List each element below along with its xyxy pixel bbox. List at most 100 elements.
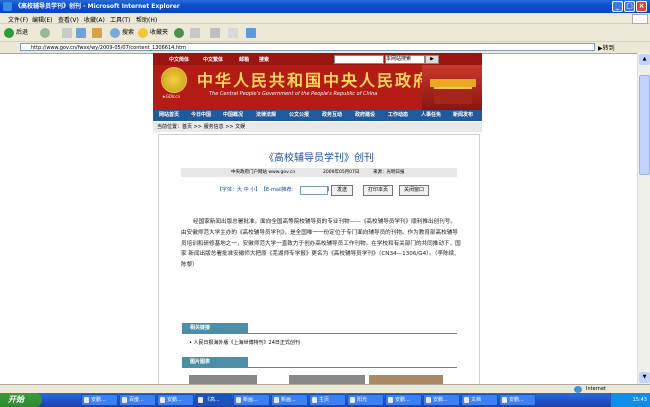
taskbar-item[interactable]: 安鹏... <box>157 394 194 406</box>
favorites-button[interactable]: 收藏夹 <box>138 27 168 38</box>
related-link[interactable]: • 人民日报海外版《上海世博特刊》24日正式创刊 <box>189 339 300 346</box>
taskbar-item[interactable]: 安鹏... <box>423 394 460 406</box>
meta-date: 2009年05月07日 <box>323 170 360 175</box>
toolbar: 后退 搜索 收藏夹 <box>0 24 650 42</box>
scroll-thumb[interactable] <box>639 75 650 175</box>
font-medium-link[interactable]: 中 <box>244 187 249 193</box>
home-button[interactable] <box>92 27 104 38</box>
print-button[interactable] <box>210 27 222 38</box>
link-search[interactable]: 搜索 <box>259 56 269 63</box>
nav-press[interactable]: 新闻发布 <box>453 110 473 121</box>
nav-gazette[interactable]: 公文公报 <box>289 110 309 121</box>
scroll-up-button[interactable]: ▲ <box>639 54 650 65</box>
maximize-button[interactable]: □ <box>624 1 635 12</box>
clock[interactable]: 15:43 <box>633 397 647 403</box>
breadcrumb: 当前位置：首页 >> 服务信息 >> 文娱 <box>153 122 482 132</box>
history-button[interactable] <box>174 27 186 38</box>
site-search-input[interactable] <box>334 55 384 64</box>
system-tray: 15:43 <box>610 393 650 407</box>
font-large-link[interactable]: 大 <box>237 187 242 193</box>
related-links-heading: 相关链接 <box>182 323 248 333</box>
taskbar: 开始 安鹏... 百度... 安鹏... 《高... 新画... 新画... 主… <box>0 393 650 407</box>
nav-government[interactable]: 政府建设 <box>355 110 375 121</box>
crumb-home[interactable]: 首页 <box>182 124 192 130</box>
window-title: 《高校辅导员学刊》创刊 - Microsoft Internet Explore… <box>15 3 180 10</box>
nav-appointments[interactable]: 人事任免 <box>421 110 441 121</box>
site-search-button[interactable]: ▶ <box>425 55 439 64</box>
menu-help[interactable]: 帮助(H) <box>136 15 157 24</box>
menu-favorites[interactable]: 收藏(A) <box>84 15 105 24</box>
taskbar-item[interactable]: 文档 <box>461 394 498 406</box>
meta-source: 来源：光明日报 <box>373 170 405 175</box>
internet-zone-icon <box>574 386 582 393</box>
vertical-scrollbar[interactable]: ▲ ▼ <box>637 53 650 384</box>
stop-icon <box>62 27 72 38</box>
national-emblem-icon <box>161 67 187 93</box>
messenger-button[interactable] <box>246 27 258 38</box>
banner-top-links: 中文简体 中文繁体 邮箱 搜索 本网站搜索 ▶ <box>153 53 482 65</box>
nav-home[interactable]: 网站首页 <box>159 110 179 121</box>
refresh-icon <box>76 27 86 38</box>
taskbar-item[interactable]: 安鹏... <box>385 394 422 406</box>
forward-arrow-icon <box>40 27 50 38</box>
taskbar-item[interactable]: 新画... <box>271 394 308 406</box>
edit-button[interactable] <box>228 27 240 38</box>
history-icon <box>174 27 184 38</box>
article-container: 《高校辅导员学刊》创刊 中央政府门户网站 www.gov.cn 2009年05月… <box>158 134 480 386</box>
go-button[interactable]: ▶转到 <box>598 43 615 52</box>
gov-cn-logo: ★GOV.cn <box>162 94 180 99</box>
article-body: 经国家新闻出版总署批准，面向全国高等院校辅导员的专业刊物——《高校辅导员学刊》顺… <box>181 219 461 269</box>
taskbar-item[interactable]: 安鹏... <box>81 394 118 406</box>
back-arrow-icon <box>4 27 14 38</box>
menu-edit[interactable]: 编辑(E) <box>32 15 52 24</box>
nav-interaction[interactable]: 政务互动 <box>322 110 342 121</box>
search-icon <box>110 27 120 38</box>
email-input[interactable] <box>300 186 328 195</box>
site-subtitle: The Central People's Government of the P… <box>209 91 378 97</box>
nav-work[interactable]: 工作动态 <box>388 110 408 121</box>
menu-view[interactable]: 查看(V) <box>58 15 79 24</box>
menu-file[interactable]: 文件(F) <box>8 15 28 24</box>
refresh-button[interactable] <box>76 27 88 38</box>
window-title-bar[interactable]: 《高校辅导员学刊》创刊 - Microsoft Internet Explore… <box>0 0 650 13</box>
close-window-button[interactable]: 关闭窗口 <box>399 185 429 196</box>
send-button[interactable]: 发送 <box>331 185 353 196</box>
crumb-leaf[interactable]: 文娱 <box>235 124 245 130</box>
link-traditional[interactable]: 中文繁体 <box>203 56 223 63</box>
taskbar-item[interactable]: 安鹏... <box>499 394 536 406</box>
mail-button[interactable] <box>190 27 202 38</box>
start-button[interactable]: 开始 <box>0 393 42 407</box>
mail-icon <box>190 27 200 38</box>
site-title: 中华人民共和国中央人民政府 <box>197 71 432 90</box>
ie-icon <box>3 2 12 11</box>
search-button[interactable]: 搜索 <box>110 27 134 38</box>
tiananmen-image <box>422 65 482 110</box>
taskbar-item[interactable]: 阳光 <box>347 394 384 406</box>
messenger-icon <box>246 27 256 38</box>
address-input[interactable]: http://www.gov.cn/fwxx/wy/2009-05/07/con… <box>20 43 595 51</box>
crumb-services[interactable]: 服务信息 <box>204 124 224 130</box>
taskbar-item[interactable]: 新画... <box>233 394 270 406</box>
close-button[interactable]: × <box>636 1 647 12</box>
taskbar-item[interactable]: 百度... <box>119 394 156 406</box>
site-search-select[interactable]: 本网站搜索 <box>385 55 425 64</box>
link-simplified[interactable]: 中文简体 <box>169 56 189 63</box>
star-icon <box>138 27 148 38</box>
printer-icon <box>210 27 220 38</box>
photos-divider <box>182 367 457 368</box>
taskbar-item[interactable]: 主页 <box>309 394 346 406</box>
nav-overview[interactable]: 中国概况 <box>223 110 243 121</box>
nav-today-china[interactable]: 今日中国 <box>191 110 211 121</box>
link-mail[interactable]: 邮箱 <box>239 56 249 63</box>
taskbar-item-active[interactable]: 《高... <box>195 394 232 406</box>
print-page-button[interactable]: 打印本页 <box>363 185 393 196</box>
back-button[interactable]: 后退 <box>4 27 28 38</box>
minimize-button[interactable]: _ <box>612 1 623 12</box>
nav-laws[interactable]: 法律法规 <box>256 110 276 121</box>
email-label: 【E-mail推荐： <box>261 187 297 193</box>
stop-button[interactable] <box>62 27 74 38</box>
menu-tools[interactable]: 工具(T) <box>110 15 130 24</box>
scroll-down-button[interactable]: ▼ <box>639 372 650 383</box>
forward-button[interactable] <box>40 27 52 38</box>
meta-site: 中央政府门户网站 www.gov.cn <box>231 170 296 175</box>
